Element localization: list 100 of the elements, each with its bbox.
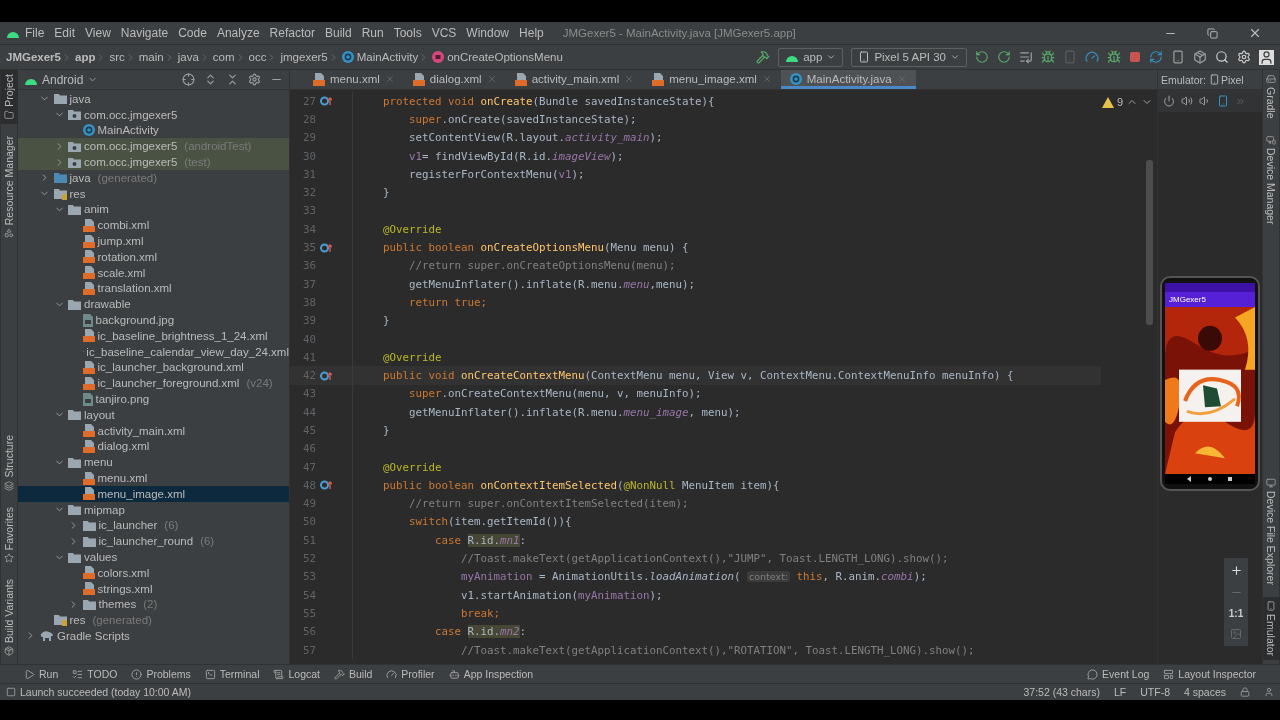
tree-item[interactable]: menu.xml (18, 470, 289, 486)
rotate-icon[interactable] (1217, 95, 1229, 107)
tool-window-button[interactable]: App Inspection (448, 668, 534, 680)
user-icon[interactable] (1264, 687, 1274, 697)
scrollbar-thumb[interactable] (1146, 160, 1153, 325)
tree-item[interactable]: ic_launcher_background.xml (18, 359, 289, 376)
tree-item[interactable]: ic_baseline_brightness_1_24.xml (18, 327, 289, 344)
main-menu-entry[interactable]: View (80, 26, 116, 40)
bug-icon[interactable] (1107, 50, 1121, 64)
tree-item[interactable]: Gradle Scripts (18, 628, 289, 644)
zoom-in-icon[interactable] (1229, 564, 1243, 577)
tool-window-tab[interactable]: Build Variants (0, 575, 18, 660)
tool-window-tab[interactable]: Favorites (0, 502, 18, 567)
tree-item[interactable]: anim (18, 201, 289, 218)
main-menu-entry[interactable]: File (20, 26, 50, 40)
tree-item[interactable]: jump.xml (18, 233, 289, 249)
run-configuration-dropdown[interactable]: app (778, 47, 844, 67)
device-dropdown[interactable]: Pixel 5 API 30 (851, 47, 967, 67)
main-menu-entry[interactable]: Window (461, 26, 515, 40)
tree-item[interactable]: colors.xml (18, 564, 289, 581)
tree-item[interactable]: values (18, 549, 289, 565)
tree-item[interactable]: combi.xml (18, 217, 289, 234)
sync-icon[interactable] (1149, 50, 1163, 64)
tool-window-button[interactable]: Layout Inspector (1163, 668, 1256, 680)
tool-window-tab[interactable]: Device Manager (1262, 130, 1280, 228)
power-icon[interactable] (1163, 95, 1175, 107)
phone-icon[interactable] (1171, 50, 1185, 64)
status-item[interactable]: LF (1113, 686, 1127, 698)
override-marker-icon[interactable] (320, 242, 332, 253)
screenshot-icon[interactable] (1230, 628, 1242, 640)
tree-item[interactable]: background.jpg (18, 312, 289, 328)
editor-tab[interactable]: activity_main.xml (505, 70, 644, 89)
breadcrumb-item[interactable]: MainActivity (356, 51, 419, 63)
apply-changes-icon[interactable] (997, 50, 1011, 64)
tool-window-tab[interactable]: Gradle (1262, 70, 1280, 123)
tree-item[interactable]: menu (18, 454, 289, 471)
tool-window-tab[interactable]: Project (0, 70, 18, 124)
editor-tab[interactable]: menu_image.xml (643, 70, 781, 89)
tool-window-tab[interactable]: Emulator (1262, 597, 1280, 660)
main-menu-entry[interactable]: Refactor (264, 26, 320, 40)
tree-item[interactable]: ic_launcher (6) (18, 517, 289, 534)
tool-window-button[interactable]: Event Log (1087, 668, 1150, 680)
breadcrumb-item[interactable]: jmgexer5 (280, 51, 328, 63)
breadcrumb-item[interactable]: occ (248, 51, 267, 63)
crosshair-icon[interactable] (182, 73, 195, 86)
main-menu-entry[interactable]: VCS (426, 26, 462, 40)
actual-size-button[interactable]: 1:1 (1228, 608, 1244, 619)
status-item[interactable]: UTF-8 (1140, 686, 1170, 698)
restore-icon[interactable] (1207, 27, 1218, 39)
breadcrumb-item[interactable]: java (177, 51, 199, 63)
volume-down-icon[interactable] (1199, 95, 1211, 107)
list-icon[interactable] (1019, 50, 1033, 64)
rerun-icon[interactable] (975, 50, 989, 64)
breadcrumb-item[interactable]: app (75, 51, 96, 63)
status-item[interactable]: 37:52 (43 chars) (1023, 686, 1100, 698)
tree-item[interactable]: mipmap (18, 501, 289, 518)
main-menu-entry[interactable]: Run (356, 26, 389, 40)
tree-item[interactable]: layout (18, 406, 289, 423)
tree-item[interactable]: translation.xml (18, 280, 289, 297)
tool-window-button[interactable]: Build (334, 668, 373, 680)
main-menu-entry[interactable]: Build (319, 26, 357, 40)
tree-item[interactable]: scale.xml (18, 264, 289, 281)
settings-icon[interactable] (1237, 50, 1251, 64)
view-selector[interactable]: Android (42, 72, 84, 87)
tool-window-button[interactable]: Run (24, 668, 59, 680)
tool-window-tab[interactable]: Resource Manager (0, 131, 18, 242)
tree-item[interactable]: ic_baseline_calendar_view_day_24.xml (18, 343, 289, 360)
tree-item[interactable]: ic_launcher_round (6) (18, 533, 289, 550)
tree-item[interactable]: themes (2) (18, 596, 289, 613)
tool-window-button[interactable]: Terminal (204, 668, 260, 680)
tree-item[interactable]: drawable (18, 296, 289, 313)
override-marker-icon[interactable] (320, 96, 332, 107)
breadcrumb-item[interactable]: onCreateOptionsMenu (447, 51, 563, 63)
tree-item[interactable]: com.occ.jmgexer5 (18, 106, 289, 123)
package-icon[interactable] (1193, 50, 1207, 64)
editor-tab[interactable]: menu.xml (304, 70, 404, 89)
tool-window-button[interactable]: TODO (72, 668, 118, 680)
main-menu-entry[interactable]: Edit (49, 26, 81, 40)
editor-tab[interactable]: dialog.xml (403, 70, 506, 89)
tree-item[interactable]: res (generated) (18, 612, 289, 629)
tool-window-button[interactable]: Problems (131, 668, 191, 680)
tree-item[interactable]: ic_launcher_foreground.xml (v24) (18, 375, 289, 392)
breadcrumb-item[interactable]: main (138, 51, 164, 63)
main-menu-entry[interactable]: Tools (388, 26, 427, 40)
gauge-icon[interactable] (1085, 50, 1099, 64)
editor-tab[interactable]: MainActivity.java (780, 70, 916, 89)
tree-item[interactable]: tanjiro.png (18, 391, 289, 407)
settings-icon[interactable] (248, 73, 261, 86)
tool-window-button[interactable]: Logcat (273, 668, 320, 680)
tool-window-tab[interactable]: Structure (0, 431, 18, 495)
avatar-icon[interactable] (1259, 49, 1274, 65)
tree-item[interactable]: res (18, 185, 289, 202)
tree-item[interactable]: activity_main.xml (18, 422, 289, 439)
volume-up-icon[interactable] (1181, 95, 1193, 107)
tree-item[interactable]: java (generated) (18, 170, 289, 186)
hammer-icon[interactable] (756, 50, 771, 64)
lock-icon[interactable] (1240, 687, 1250, 697)
tool-window-tab[interactable]: Device File Explorer (1262, 474, 1280, 589)
tree-item[interactable]: MainActivity (18, 122, 289, 139)
main-menu-entry[interactable]: Help (514, 26, 549, 40)
